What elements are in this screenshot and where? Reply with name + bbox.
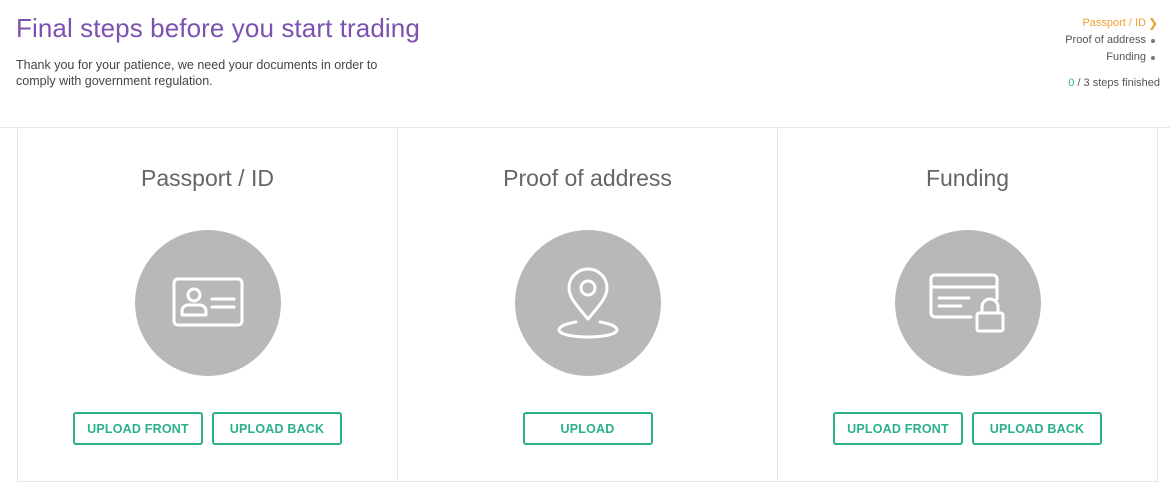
upload-buttons: UPLOAD FRONT UPLOAD BACK	[778, 412, 1157, 445]
step-passport-id[interactable]: Passport / ID ❯	[1065, 15, 1160, 32]
location-pin-icon	[514, 230, 661, 376]
upload-front-button[interactable]: UPLOAD FRONT	[833, 412, 963, 445]
steps-finished-counter: 0 / 3 steps finished	[1065, 75, 1160, 92]
card-title: Proof of address	[503, 165, 672, 191]
card-title: Funding	[925, 165, 1010, 191]
card-passport-id: Passport / ID UPLOAD FRONT UPLOAD BACK	[18, 129, 398, 481]
step-proof-of-address[interactable]: Proof of address	[1065, 32, 1160, 49]
upload-button[interactable]: UPLOAD	[522, 412, 653, 445]
dot-icon	[1146, 49, 1160, 66]
steps-progress: Passport / ID ❯ Proof of address Funding…	[1065, 15, 1160, 92]
step-label: Passport / ID	[1082, 17, 1146, 29]
upload-front-button[interactable]: UPLOAD FRONT	[73, 412, 203, 445]
upload-buttons: UPLOAD FRONT UPLOAD BACK	[18, 412, 397, 445]
page-header: Final steps before you start trading Tha…	[0, 0, 1170, 128]
step-funding[interactable]: Funding	[1065, 49, 1160, 66]
page-subtitle: Thank you for your patience, we need you…	[16, 58, 378, 88]
step-label: Funding	[1106, 51, 1146, 63]
document-cards: Passport / ID UPLOAD FRONT UPLOAD BACK P…	[17, 129, 1158, 482]
dot-icon	[1146, 32, 1160, 49]
upload-buttons: UPLOAD	[398, 412, 777, 445]
locked-card-icon	[894, 230, 1041, 376]
step-label: Proof of address	[1065, 34, 1146, 46]
id-card-icon	[134, 230, 281, 376]
upload-back-button[interactable]: UPLOAD BACK	[212, 412, 342, 445]
steps-total-text: / 3 steps finished	[1074, 77, 1160, 89]
card-title: Passport / ID	[141, 165, 274, 191]
card-proof-of-address: Proof of address UPLOAD	[398, 129, 778, 481]
chevron-right-icon: ❯	[1147, 16, 1159, 30]
page-title: Final steps before you start trading	[16, 13, 420, 43]
card-funding: Funding UPLOAD FRONT UPLOAD BACK	[778, 129, 1157, 481]
upload-back-button[interactable]: UPLOAD BACK	[972, 412, 1102, 445]
